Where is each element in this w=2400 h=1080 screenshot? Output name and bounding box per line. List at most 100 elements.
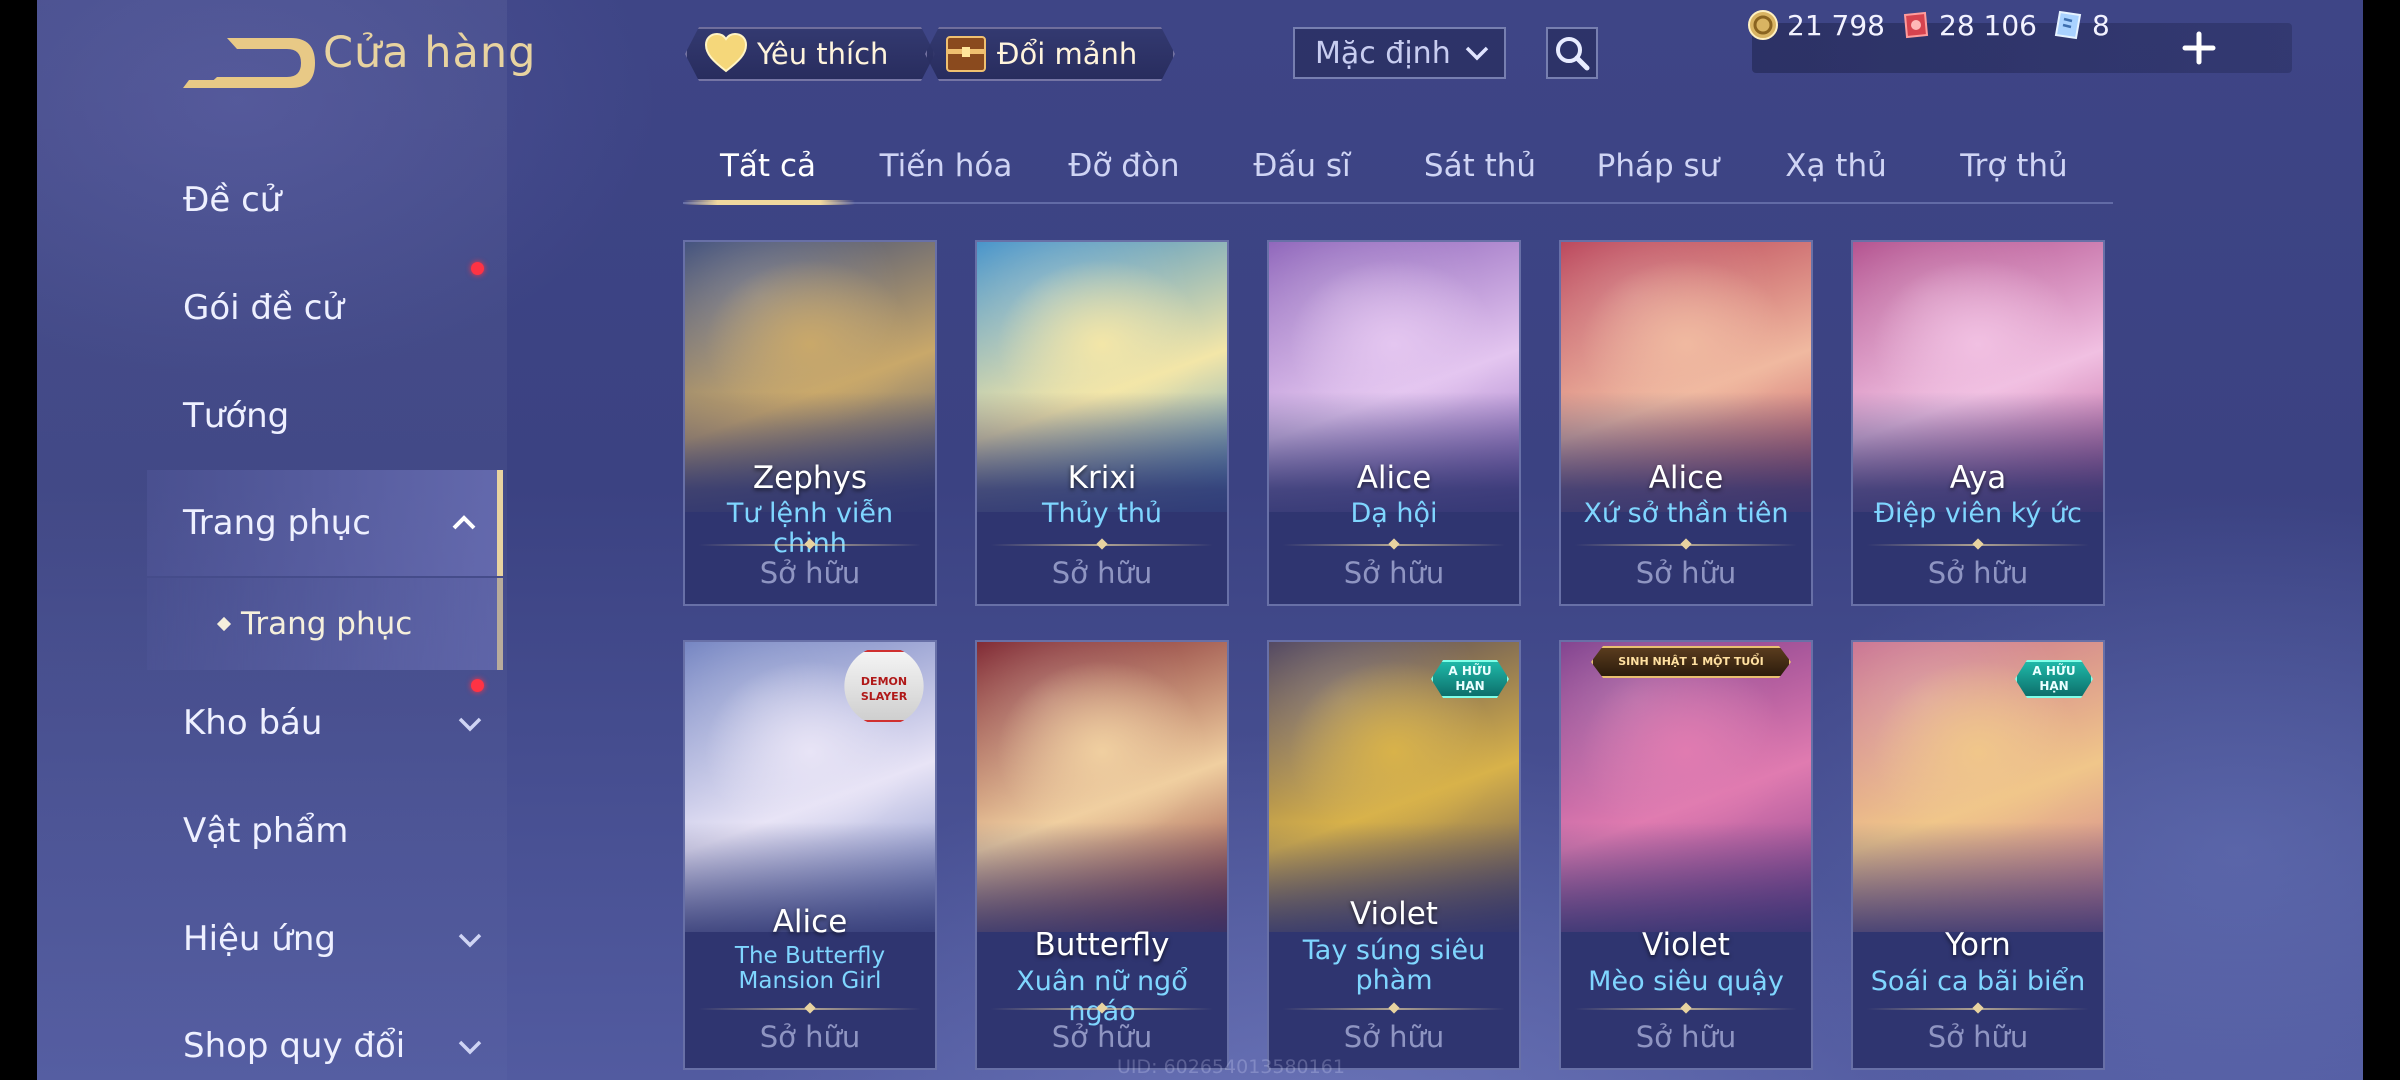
skin-name: Dạ hội: [1350, 498, 1438, 529]
limited-badge: A HỮU HẠN: [1431, 660, 1509, 698]
page-title: Cửa hàng: [323, 28, 537, 78]
sidebar-item-heroes[interactable]: Tướng: [183, 370, 503, 462]
hero-name: Violet: [1350, 896, 1438, 932]
hero-name: Butterfly: [1034, 927, 1170, 963]
gold-amount: 21 798: [1787, 8, 1885, 42]
tab-fighter[interactable]: Đấu sĩ: [1217, 148, 1387, 184]
skin-name: Điệp viên ký ức: [1874, 498, 2082, 529]
ticket-amount: 8: [2092, 8, 2110, 42]
tab-mage[interactable]: Pháp sư: [1573, 148, 1743, 184]
plus-icon: [2182, 31, 2216, 65]
sidebar-item-label: Trang phục: [183, 503, 371, 543]
chevron-down-icon: [458, 717, 482, 732]
sidebar-item-label: Gói đề cử: [183, 288, 344, 328]
ownership-status: Sở hữu: [1343, 556, 1445, 590]
sort-dropdown[interactable]: Mặc định: [1293, 27, 1506, 79]
back-arrow-icon: [183, 38, 315, 88]
card-divider: [1575, 544, 1797, 546]
notification-dot: [471, 262, 484, 275]
chest-icon: [943, 31, 989, 77]
card-divider: [991, 544, 1213, 546]
card-divider: [1283, 544, 1505, 546]
skin-name: Thủy thủ: [1041, 498, 1163, 529]
tab-assassin[interactable]: Sát thủ: [1395, 148, 1565, 184]
sidebar-item-items[interactable]: Vật phẩm: [183, 785, 503, 877]
back-button[interactable]: [183, 30, 321, 92]
tab-evolution[interactable]: Tiến hóa: [861, 148, 1031, 184]
sidebar-item-bundles[interactable]: Gói đề cử: [183, 262, 503, 354]
hero-name: Yorn: [1945, 927, 2011, 963]
search-icon: [1556, 37, 1590, 71]
tab-tank[interactable]: Đỡ đòn: [1039, 148, 1209, 184]
card-divider: [699, 1008, 921, 1010]
sidebar-item-label: Kho báu: [183, 703, 323, 743]
card-divider: [1867, 544, 2089, 546]
role-tabs: Tất cả Tiến hóa Đỡ đòn Đấu sĩ Sát thủ Ph…: [683, 140, 2113, 205]
card-divider: [699, 544, 921, 546]
chevron-up-icon: [452, 515, 476, 530]
skin-card[interactable]: Butterfly Xuân nữ ngổ ngáo Sở hữu: [975, 640, 1229, 1070]
voucher-currency: 28 106: [1899, 0, 2037, 50]
skin-name: The Butterfly Mansion Girl: [734, 943, 886, 994]
ownership-status: Sở hữu: [1051, 556, 1153, 590]
sidebar-item-label: Shop quy đổi: [183, 1026, 406, 1066]
skin-card[interactable]: Aya Điệp viên ký ức Sở hữu: [1851, 240, 2105, 606]
exchange-shards-button[interactable]: Đổi mảnh: [925, 27, 1175, 81]
tab-marksman[interactable]: Xạ thủ: [1751, 148, 1921, 184]
card-divider: [1867, 1008, 2089, 1010]
favorites-button[interactable]: Yêu thích: [685, 27, 935, 81]
sidebar-item-treasure[interactable]: Kho báu: [183, 677, 503, 769]
sidebar-item-featured[interactable]: Đề cử: [183, 154, 503, 246]
favorites-label: Yêu thích: [757, 37, 889, 71]
sort-value: Mặc định: [1315, 35, 1451, 71]
skin-name: Mèo siêu quậy: [1588, 966, 1784, 997]
skin-card[interactable]: Zephys Tư lệnh viễn chinh Sở hữu: [683, 240, 937, 606]
chevron-down-icon: [458, 1040, 482, 1055]
skin-card[interactable]: Alice Dạ hội Sở hữu: [1267, 240, 1521, 606]
ticket-currency: 8: [2052, 0, 2110, 50]
heart-icon: [703, 31, 749, 77]
hero-name: Alice: [772, 904, 848, 940]
skin-name: Xuân nữ ngổ ngáo: [1016, 966, 1188, 1027]
skin-card[interactable]: A HỮU HẠN Yorn Soái ca bãi biển Sở hữu: [1851, 640, 2105, 1070]
voucher-amount: 28 106: [1939, 8, 2037, 42]
sidebar-item-label: Vật phẩm: [183, 811, 349, 851]
skin-name: Soái ca bãi biển: [1870, 966, 2086, 997]
exchange-label: Đổi mảnh: [997, 37, 1138, 71]
skin-name: Xứ sở thần tiên: [1583, 498, 1789, 529]
add-currency-button[interactable]: [2175, 24, 2223, 72]
sidebar-item-effects[interactable]: Hiệu ứng: [183, 893, 503, 985]
sidebar-subitem-skins[interactable]: Trang phục: [147, 578, 503, 670]
card-divider: [1575, 1008, 1797, 1010]
tab-all[interactable]: Tất cả: [683, 148, 853, 184]
hero-name: Alice: [1356, 460, 1432, 496]
skin-name: Tay súng siêu phàm: [1302, 935, 1486, 996]
user-id: UID: 602654013580161: [1117, 1056, 1345, 1078]
anniversary-badge: SINH NHẬT 1 MỘT TUỔI: [1591, 646, 1791, 678]
card-divider: [1283, 1008, 1505, 1010]
chevron-down-icon: [1465, 46, 1489, 61]
skin-card[interactable]: DEMON SLAYER Alice The Butterfly Mansion…: [683, 640, 937, 1070]
chevron-down-icon: [458, 933, 482, 948]
ownership-status: Sở hữu: [1927, 556, 2029, 590]
skin-card[interactable]: SINH NHẬT 1 MỘT TUỔI Violet Mèo siêu quậ…: [1559, 640, 1813, 1070]
sidebar-item-exchange-shop[interactable]: Shop quy đổi: [183, 1000, 503, 1080]
shop-screen: Cửa hàng Yêu thích Đổi mảnh Mặc định 21 …: [37, 0, 2363, 1080]
sidebar-subitem-label: Trang phục: [241, 606, 413, 642]
skin-card[interactable]: A HỮU HẠN Violet Tay súng siêu phàm Sở h…: [1267, 640, 1521, 1070]
sidebar-item-skins[interactable]: Trang phục: [147, 470, 503, 576]
sidebar-item-label: Đề cử: [183, 180, 282, 220]
skin-card[interactable]: Krixi Thủy thủ Sở hữu: [975, 240, 1229, 606]
ticket-icon: [2054, 10, 2082, 40]
hero-name: Krixi: [1067, 460, 1137, 496]
sidebar-item-label: Hiệu ứng: [183, 919, 336, 959]
tab-support[interactable]: Trợ thủ: [1929, 148, 2099, 184]
active-tab-indicator: [683, 200, 855, 205]
ownership-status: Sở hữu: [1343, 1020, 1445, 1054]
skin-card[interactable]: Alice Xứ sở thần tiên Sở hữu: [1559, 240, 1813, 606]
ownership-status: Sở hữu: [1051, 1020, 1153, 1054]
hero-name: Violet: [1642, 927, 1730, 963]
search-button[interactable]: [1546, 27, 1598, 79]
ownership-status: Sở hữu: [759, 556, 861, 590]
hero-name: Alice: [1648, 460, 1724, 496]
